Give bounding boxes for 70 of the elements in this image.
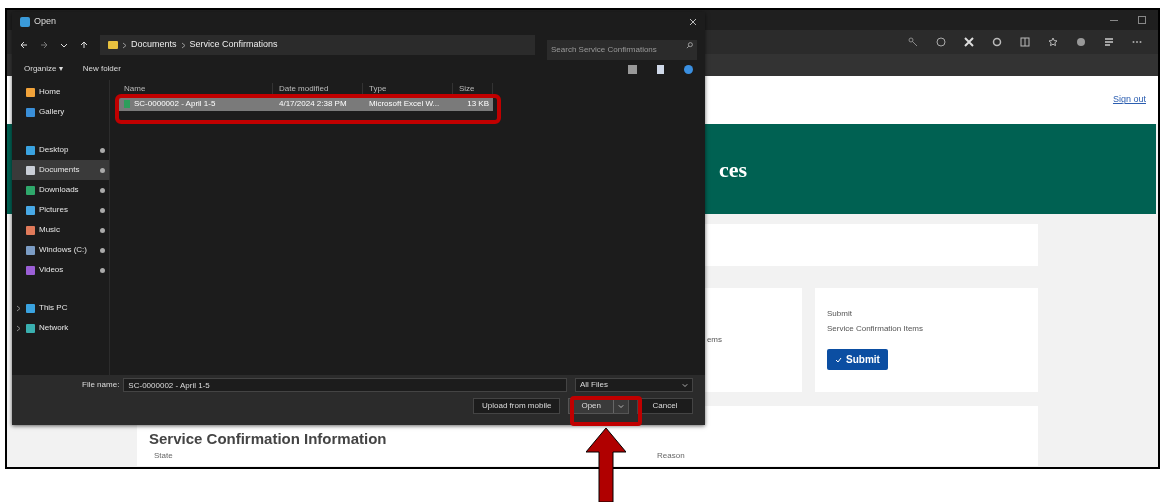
card-description: Service Confirmation Items: [827, 323, 924, 335]
banner-title: ces: [719, 155, 748, 184]
chevron-icon[interactable]: [16, 324, 21, 332]
sidebar-item[interactable]: Home: [12, 82, 109, 102]
chevron-icon: [180, 41, 186, 49]
field-label: Reason: [657, 450, 685, 462]
file-type-dropdown[interactable]: All Files: [575, 378, 693, 392]
column-header[interactable]: Size: [453, 83, 493, 95]
sidebar-item[interactable]: Music: [12, 220, 109, 240]
upload-from-mobile-button[interactable]: Upload from mobile: [473, 398, 561, 414]
cancel-button[interactable]: Cancel: [637, 398, 693, 414]
organize-menu[interactable]: Organize ▾: [24, 63, 63, 75]
chevron-down-icon: [618, 403, 624, 409]
window-title: Open: [34, 15, 57, 29]
folder-icon: [108, 41, 118, 49]
sidebar-item[interactable]: Pictures: [12, 200, 109, 220]
sidebar-item[interactable]: Downloads: [12, 180, 109, 200]
file-name-field[interactable]: SC-0000002 - April 1-5: [123, 378, 567, 392]
chevron-down-icon[interactable]: [60, 41, 68, 49]
close-icon[interactable]: [689, 18, 697, 26]
sidebar-item[interactable]: Videos: [12, 260, 109, 280]
address-bar[interactable]: Documents Service Confirmations: [100, 35, 535, 55]
table-cell: Microsoft Excel W...: [369, 97, 440, 110]
cross-icon[interactable]: [964, 37, 974, 47]
sidebar-item[interactable]: This PC: [12, 298, 109, 318]
back-icon[interactable]: [20, 41, 28, 49]
more-icon[interactable]: [1132, 40, 1142, 44]
view-icon[interactable]: [628, 64, 637, 74]
sidebar-item[interactable]: Desktop: [12, 140, 109, 160]
search-icon: [686, 42, 693, 49]
circle-icon[interactable]: [936, 37, 946, 47]
new-folder-button[interactable]: New folder: [82, 63, 121, 75]
card-title: Submit: [827, 308, 852, 320]
key-icon[interactable]: [908, 37, 918, 47]
highlight-box: [570, 396, 642, 426]
star-icon[interactable]: [1048, 37, 1058, 47]
chevron-icon: [122, 41, 127, 49]
file-name-label: File name:: [82, 379, 120, 391]
sidebar-item[interactable]: Network: [12, 318, 109, 338]
table-cell: 4/17/2024 2:38 PM: [279, 97, 347, 110]
sidebar-item[interactable]: Documents: [12, 160, 109, 180]
column-header[interactable]: Type: [363, 83, 453, 95]
forward-icon[interactable]: [40, 41, 48, 49]
column-header[interactable]: Name: [118, 83, 273, 95]
chevron-icon[interactable]: [16, 304, 21, 312]
breadcrumb-item[interactable]: Service Confirmations: [189, 38, 278, 52]
preview-pane-icon[interactable]: [657, 64, 664, 74]
spreadsheet-icon: [124, 99, 130, 108]
breadcrumb-item[interactable]: Documents: [131, 38, 177, 52]
up-icon[interactable]: [80, 41, 88, 49]
chevron-down-icon: [682, 382, 688, 388]
sidebar-item[interactable]: Gallery: [12, 102, 109, 122]
collections-icon[interactable]: [1076, 37, 1086, 47]
sign-out-link[interactable]: Sign out: [1112, 93, 1146, 107]
help-icon[interactable]: [684, 64, 693, 74]
table-cell: 13 KB: [467, 97, 489, 110]
column-header[interactable]: Date modified: [273, 83, 363, 95]
split-screen-icon[interactable]: [1020, 37, 1030, 47]
search-field[interactable]: Search Service Confirmations: [547, 39, 697, 60]
card-text: ems: [706, 334, 722, 346]
submit-button[interactable]: Submit: [827, 349, 888, 370]
minimize-icon[interactable]: [1110, 19, 1118, 21]
check-icon: [835, 356, 842, 363]
maximize-icon[interactable]: [1138, 16, 1146, 24]
app-icon: [20, 17, 30, 27]
section-title: Service Confirmation Information: [149, 429, 387, 449]
lines-icon[interactable]: [1104, 37, 1114, 47]
table-cell: SC-0000002 - April 1-5: [134, 97, 216, 110]
sidebar-item[interactable]: Windows (C:): [12, 240, 109, 260]
field-label: State: [154, 450, 173, 462]
